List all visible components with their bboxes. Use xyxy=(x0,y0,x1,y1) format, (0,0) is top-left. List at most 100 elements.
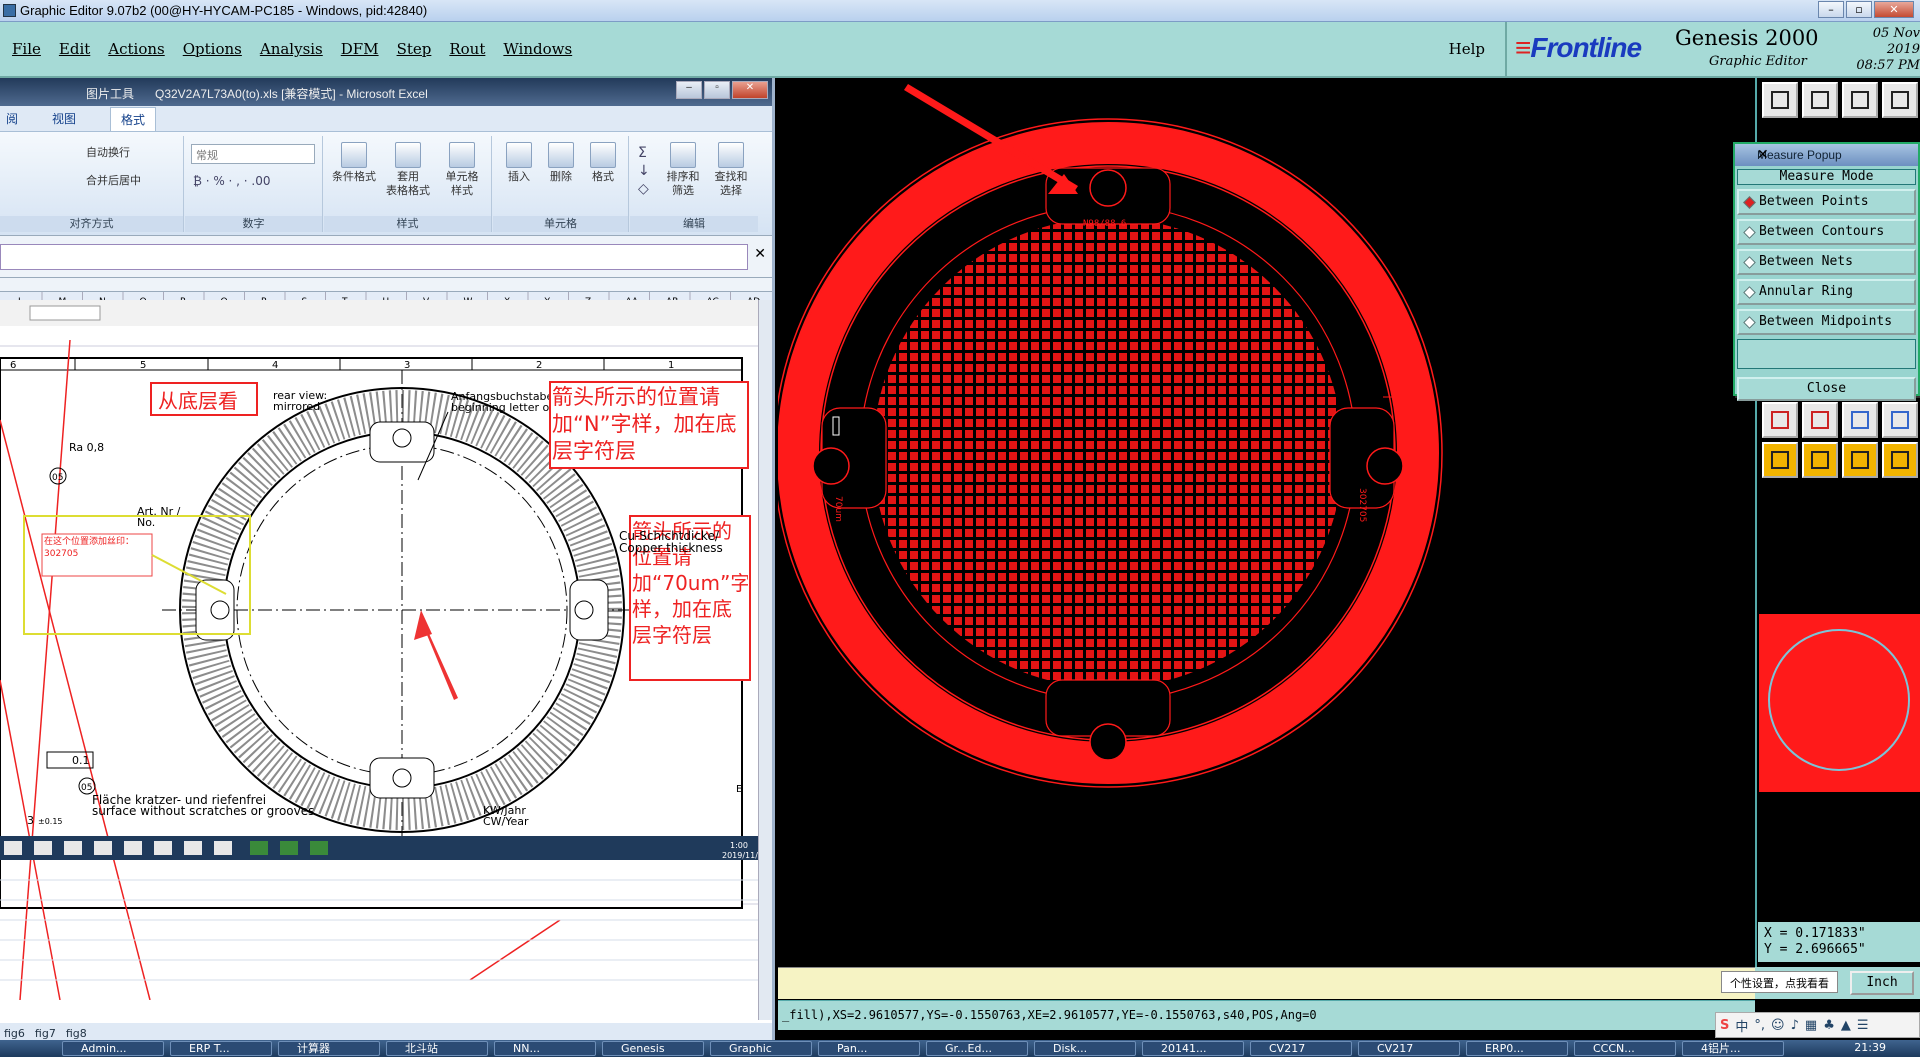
ime-shirt-icon[interactable]: ▲ xyxy=(1841,1018,1851,1033)
insert-button[interactable]: 插入 xyxy=(499,142,539,184)
delete-button[interactable]: 删除 xyxy=(541,142,581,184)
ime-skin-icon[interactable]: ♣ xyxy=(1823,1018,1835,1033)
tool-open-icon[interactable] xyxy=(1762,82,1798,118)
tool-triangle-2-icon[interactable] xyxy=(1802,402,1838,438)
zone-3: 3 xyxy=(404,360,410,371)
maximize-button[interactable]: ▫ xyxy=(1846,1,1872,18)
number-format-icons[interactable]: ₿ · % · , · .00 xyxy=(193,174,271,188)
product-name: Genesis 2000 xyxy=(1675,26,1819,50)
menu-actions[interactable]: Actions xyxy=(108,40,164,58)
option-between-midpoints[interactable]: Between Midpoints xyxy=(1737,309,1916,335)
option-annular-ring[interactable]: Annular Ring xyxy=(1737,279,1916,305)
cells-group: 插入 删除 格式 单元格 xyxy=(493,136,629,232)
popup-close-button[interactable]: Close xyxy=(1737,377,1916,401)
taskbar-item[interactable]: Gr...Ed... xyxy=(926,1041,1028,1056)
menu-windows[interactable]: Windows xyxy=(503,40,572,58)
tool-triangle-3-icon[interactable] xyxy=(1842,402,1878,438)
taskbar-item[interactable]: Disk... xyxy=(1034,1041,1136,1056)
popup-close-icon[interactable]: ✕ xyxy=(1757,146,1912,163)
taskbar-item[interactable]: 20141... xyxy=(1142,1041,1244,1056)
tool-home-icon[interactable] xyxy=(1842,82,1878,118)
sort-filter-button[interactable]: 排序和 筛选 xyxy=(660,142,706,198)
option-between-points[interactable]: Between Points xyxy=(1737,189,1916,215)
tab-view[interactable]: 视图 xyxy=(52,110,76,127)
excel-window[interactable]: 图片工具 Q32V2A7L73A0(to).xls [兼容模式] - Micro… xyxy=(0,78,775,1043)
taskbar-item[interactable]: CCCN... xyxy=(1574,1041,1676,1056)
tool-triangle-4-icon[interactable] xyxy=(1882,402,1918,438)
number-format-select[interactable]: 常规 xyxy=(191,144,315,164)
menu-analysis[interactable]: Analysis xyxy=(260,40,323,58)
ime-keyboard-icon[interactable]: ▦ xyxy=(1805,1018,1817,1033)
tab-format[interactable]: 格式 xyxy=(110,106,157,131)
ime-mic-icon[interactable]: ♪ xyxy=(1791,1018,1799,1033)
tool-save-icon[interactable] xyxy=(1802,82,1838,118)
format-button[interactable]: 格式 xyxy=(583,142,623,184)
table-format-button[interactable]: 套用 表格格式 xyxy=(384,142,432,198)
ime-lang[interactable]: 中 xyxy=(1735,1016,1748,1035)
menu-options[interactable]: Options xyxy=(183,40,242,58)
date-time: 05 Nov 2019 08:57 PM xyxy=(1856,26,1920,73)
excel-tools-label: 图片工具 xyxy=(86,87,135,101)
taskbar-item[interactable]: Admin... xyxy=(62,1041,164,1056)
taskbar-item[interactable]: Genesis xyxy=(602,1041,704,1056)
ime-toolbar[interactable]: S 中 °, ☺ ♪ ▦ ♣ ▲ ☰ xyxy=(1715,1012,1920,1038)
option-between-contours[interactable]: Between Contours xyxy=(1737,219,1916,245)
taskbar-item[interactable]: 计算器 xyxy=(278,1041,380,1056)
wrap-text-button[interactable]: 自动换行 xyxy=(86,146,130,160)
menu-dfm[interactable]: DFM xyxy=(341,40,379,58)
tool-pointer-1-icon[interactable] xyxy=(1762,442,1798,478)
cad-viewport[interactable]: N98/88-6 70um 302705 xyxy=(773,78,1755,967)
find-select-button[interactable]: 查找和 选择 xyxy=(708,142,754,198)
command-line[interactable]: _fill),XS=2.9610577,YS=-0.1550763,XE=2.9… xyxy=(778,1000,1755,1030)
taskbar-item[interactable]: Graphic xyxy=(710,1041,812,1056)
unit-inch-button[interactable]: Inch xyxy=(1850,971,1914,995)
preview-thumbnail[interactable] xyxy=(1759,614,1920,792)
conditional-format-button[interactable]: 条件格式 xyxy=(330,142,378,184)
taskbar-item[interactable]: ERP T... xyxy=(170,1041,272,1056)
formula-bar: ✕ xyxy=(0,236,772,278)
excel-restore-button[interactable]: ▫ xyxy=(704,81,730,99)
tool-layout-icon[interactable] xyxy=(1882,82,1918,118)
taskbar-item[interactable]: ERP0... xyxy=(1466,1041,1568,1056)
menu-edit[interactable]: Edit xyxy=(59,40,90,58)
merge-center-button[interactable]: 合并后居中 xyxy=(86,174,141,188)
align-group: 自动换行 合并后居中 对齐方式 xyxy=(0,136,184,232)
menu-step[interactable]: Step xyxy=(397,40,432,58)
minimize-button[interactable]: – xyxy=(1818,1,1844,18)
measure-popup[interactable]: Measure Popup ✕ Measure Mode Between Poi… xyxy=(1733,142,1920,401)
zone-5: 5 xyxy=(140,360,146,371)
ime-punct-icon[interactable]: °, xyxy=(1754,1018,1765,1033)
menu-rout[interactable]: Rout xyxy=(449,40,485,58)
formula-input[interactable] xyxy=(0,244,748,270)
tab-review[interactable]: 阅 xyxy=(6,110,18,127)
sheet-tab-fig8[interactable]: fig8 xyxy=(66,1027,87,1040)
excel-vertical-scrollbar[interactable] xyxy=(758,300,772,1020)
taskbar-item[interactable]: 北斗站 xyxy=(386,1041,488,1056)
sheet-tab-fig7[interactable]: fig7 xyxy=(35,1027,56,1040)
excel-close-button[interactable]: ✕ xyxy=(732,81,768,99)
option-between-nets[interactable]: Between Nets xyxy=(1737,249,1916,275)
formula-close-icon[interactable]: ✕ xyxy=(754,246,766,262)
tool-triangle-1-icon[interactable] xyxy=(1762,402,1798,438)
ime-logo-icon[interactable]: S xyxy=(1720,1018,1729,1033)
sum-icon[interactable]: Σ ↓ ◇ xyxy=(638,144,650,198)
worksheet-area[interactable]: 6 5 4 3 2 1 从底层看 rear view: mirrored Anf… xyxy=(0,300,760,1000)
taskbar-item[interactable]: Pan... xyxy=(818,1041,920,1056)
sheet-tab-fig6[interactable]: fig6 xyxy=(4,1027,25,1040)
close-button[interactable]: ✕ xyxy=(1874,1,1914,18)
excel-minimize-button[interactable]: – xyxy=(676,81,702,99)
ime-menu-icon[interactable]: ☰ xyxy=(1857,1018,1869,1033)
ime-emoji-icon[interactable]: ☺ xyxy=(1771,1018,1785,1033)
tool-pointer-2-icon[interactable] xyxy=(1802,442,1838,478)
tool-pointer-4-icon[interactable] xyxy=(1882,442,1918,478)
cell-style-button[interactable]: 单元格 样式 xyxy=(438,142,486,198)
menu-file[interactable]: File xyxy=(12,40,41,58)
taskbar-item[interactable]: 4铝片... xyxy=(1682,1041,1784,1056)
menu-help[interactable]: Help xyxy=(1449,40,1485,58)
tool-pointer-3-icon[interactable] xyxy=(1842,442,1878,478)
zone-6: 6 xyxy=(10,360,16,371)
taskbar-item[interactable]: NN... xyxy=(494,1041,596,1056)
taskbar-item[interactable]: CV217 xyxy=(1358,1041,1460,1056)
taskbar-item[interactable]: CV217 xyxy=(1250,1041,1352,1056)
measure-popup-titlebar[interactable]: Measure Popup ✕ xyxy=(1735,144,1918,166)
